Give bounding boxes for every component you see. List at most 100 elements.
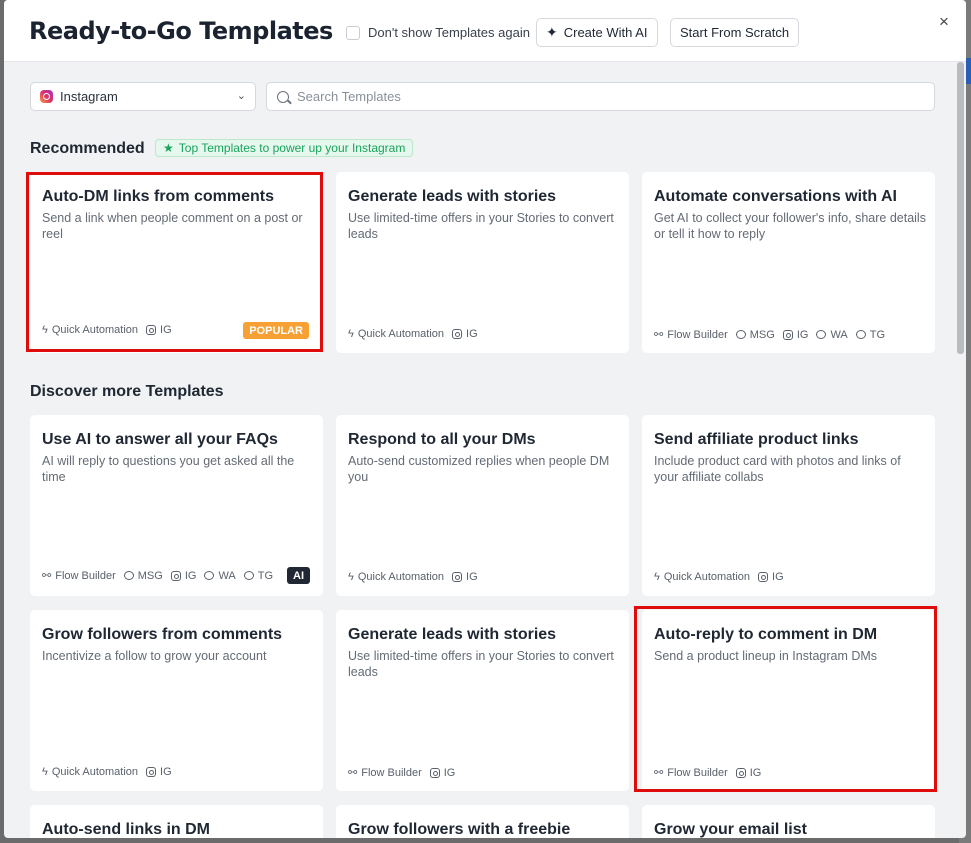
channel-label: MSG [137, 569, 163, 582]
template-card[interactable]: Respond to all your DMs Auto-send custom… [336, 415, 629, 596]
card-description: Use limited-time offers in your Stories … [348, 649, 614, 679]
channel-select-value: Instagram [60, 89, 118, 104]
template-card[interactable]: Grow followers from comments Incentivize… [30, 610, 323, 791]
card-title: Generate leads with stories [348, 626, 557, 643]
channel-label: WA [830, 328, 848, 341]
channel-label: TG [257, 569, 274, 582]
quick-automation-icon: ϟ [348, 571, 354, 583]
instagram-icon [146, 767, 157, 777]
star-icon: ★ [163, 141, 174, 155]
card-description: Get AI to collect your follower's info, … [654, 211, 926, 241]
search-box[interactable] [266, 82, 935, 111]
dont-show-label: Don't show Templates again [368, 25, 530, 40]
card-type: Flow Builder [361, 766, 422, 779]
channel-select[interactable]: Instagram ⌄ [30, 82, 256, 111]
telegram-icon [855, 330, 866, 339]
template-card[interactable]: Grow your email list [642, 805, 935, 838]
channel-label: IG [160, 766, 172, 778]
messenger-icon [123, 571, 134, 580]
instagram-icon [782, 329, 793, 340]
ai-badge: AI [287, 567, 310, 584]
create-with-ai-label: Create With AI [563, 25, 648, 40]
channel-label: IG [772, 571, 784, 583]
template-card[interactable]: Generate leads with stories Use limited-… [336, 610, 629, 791]
templates-modal: Ready-to-Go Templates Don't show Templat… [4, 0, 966, 838]
quick-automation-icon: ϟ [348, 328, 354, 340]
card-title: Grow followers from comments [42, 626, 283, 643]
card-title: Use AI to answer all your FAQs [42, 431, 278, 448]
card-footer: ϟ Quick Automation IG [42, 766, 172, 778]
template-card[interactable]: Send affiliate product links Include pro… [642, 415, 935, 596]
chevron-down-icon: ⌄ [236, 90, 246, 102]
channel-label: IG [443, 766, 456, 779]
instagram-icon [429, 767, 440, 778]
template-card[interactable]: Auto-send links in DM [30, 805, 323, 838]
whatsapp-icon [816, 330, 827, 339]
telegram-icon [243, 571, 254, 580]
modal-header: Ready-to-Go Templates Don't show Templat… [4, 0, 966, 62]
card-type: Quick Automation [357, 328, 445, 340]
quick-automation-icon: ϟ [654, 571, 660, 583]
instagram-icon [40, 90, 53, 103]
recommended-badge-text: Top Templates to power up your Instagram [178, 141, 406, 155]
instagram-icon [758, 572, 769, 582]
card-title: Automate conversations with AI [654, 188, 897, 205]
template-card[interactable]: Use AI to answer all your FAQs AI will r… [30, 415, 323, 596]
messenger-icon [735, 330, 746, 339]
channel-label: WA [218, 569, 236, 582]
close-icon[interactable]: × [939, 12, 949, 32]
card-title: Send affiliate product links [654, 431, 859, 448]
recommended-badge: ★ Top Templates to power up your Instagr… [155, 139, 414, 157]
card-description: Include product card with photos and lin… [654, 454, 901, 484]
card-title: Grow your email list [654, 821, 807, 838]
whatsapp-icon [204, 571, 215, 580]
card-type: Quick Automation [663, 571, 751, 583]
card-footer: ϟ Quick Automation IG [654, 571, 784, 583]
card-description: Use limited-time offers in your Stories … [348, 211, 614, 241]
card-footer: ϟ Quick Automation IG [348, 571, 478, 583]
card-title: Generate leads with stories [348, 188, 557, 205]
page-title: Ready-to-Go Templates [29, 17, 333, 45]
modal-scrollbar[interactable] [957, 62, 964, 354]
search-input[interactable] [297, 89, 897, 104]
sparkle-icon: ✦ [546, 24, 558, 40]
card-type: Quick Automation [357, 571, 445, 583]
start-from-scratch-button[interactable]: Start From Scratch [670, 18, 800, 47]
channel-label: IG [796, 328, 809, 341]
card-title: Grow followers with a freebie [348, 821, 571, 838]
highlight-box [634, 606, 937, 792]
instagram-icon [452, 329, 463, 339]
card-footer: ⚯ Flow Builder MSG IG WA TG [654, 328, 886, 342]
create-with-ai-button[interactable]: ✦ Create With AI [536, 18, 658, 47]
discover-heading: Discover more Templates [30, 383, 224, 400]
channel-label: IG [466, 571, 478, 583]
dont-show-again-option[interactable]: Don't show Templates again [346, 25, 530, 40]
channel-label: IG [466, 328, 478, 340]
card-type: Quick Automation [51, 766, 139, 778]
recommended-heading: Recommended [30, 140, 145, 157]
card-type: Flow Builder [667, 328, 728, 341]
dont-show-checkbox[interactable] [346, 25, 360, 40]
highlight-box [26, 172, 323, 352]
card-type: Flow Builder [55, 569, 116, 582]
flow-builder-icon: ⚯ [42, 570, 52, 582]
channel-label: IG [184, 569, 197, 582]
channel-label: MSG [749, 328, 775, 341]
instagram-icon [170, 570, 181, 581]
template-card[interactable]: Generate leads with stories Use limited-… [336, 172, 629, 353]
card-footer: ⚯ Flow Builder MSG IG WA TG [42, 569, 274, 583]
instagram-icon [452, 572, 463, 582]
search-icon [277, 90, 289, 103]
card-description: Auto-send customized replies when people… [348, 454, 610, 484]
card-footer: ϟ Quick Automation IG [348, 328, 478, 340]
card-description: AI will reply to questions you get asked… [42, 454, 295, 484]
card-title: Auto-send links in DM [42, 821, 210, 838]
quick-automation-icon: ϟ [42, 766, 48, 778]
channel-label: TG [869, 328, 886, 341]
template-card[interactable]: Automate conversations with AI Get AI to… [642, 172, 935, 353]
card-footer: ⚯ Flow Builder IG [348, 766, 456, 780]
flow-builder-icon: ⚯ [348, 767, 358, 779]
card-description: Incentivize a follow to grow your accoun… [42, 649, 267, 663]
flow-builder-icon: ⚯ [654, 329, 664, 341]
template-card[interactable]: Grow followers with a freebie [336, 805, 629, 838]
